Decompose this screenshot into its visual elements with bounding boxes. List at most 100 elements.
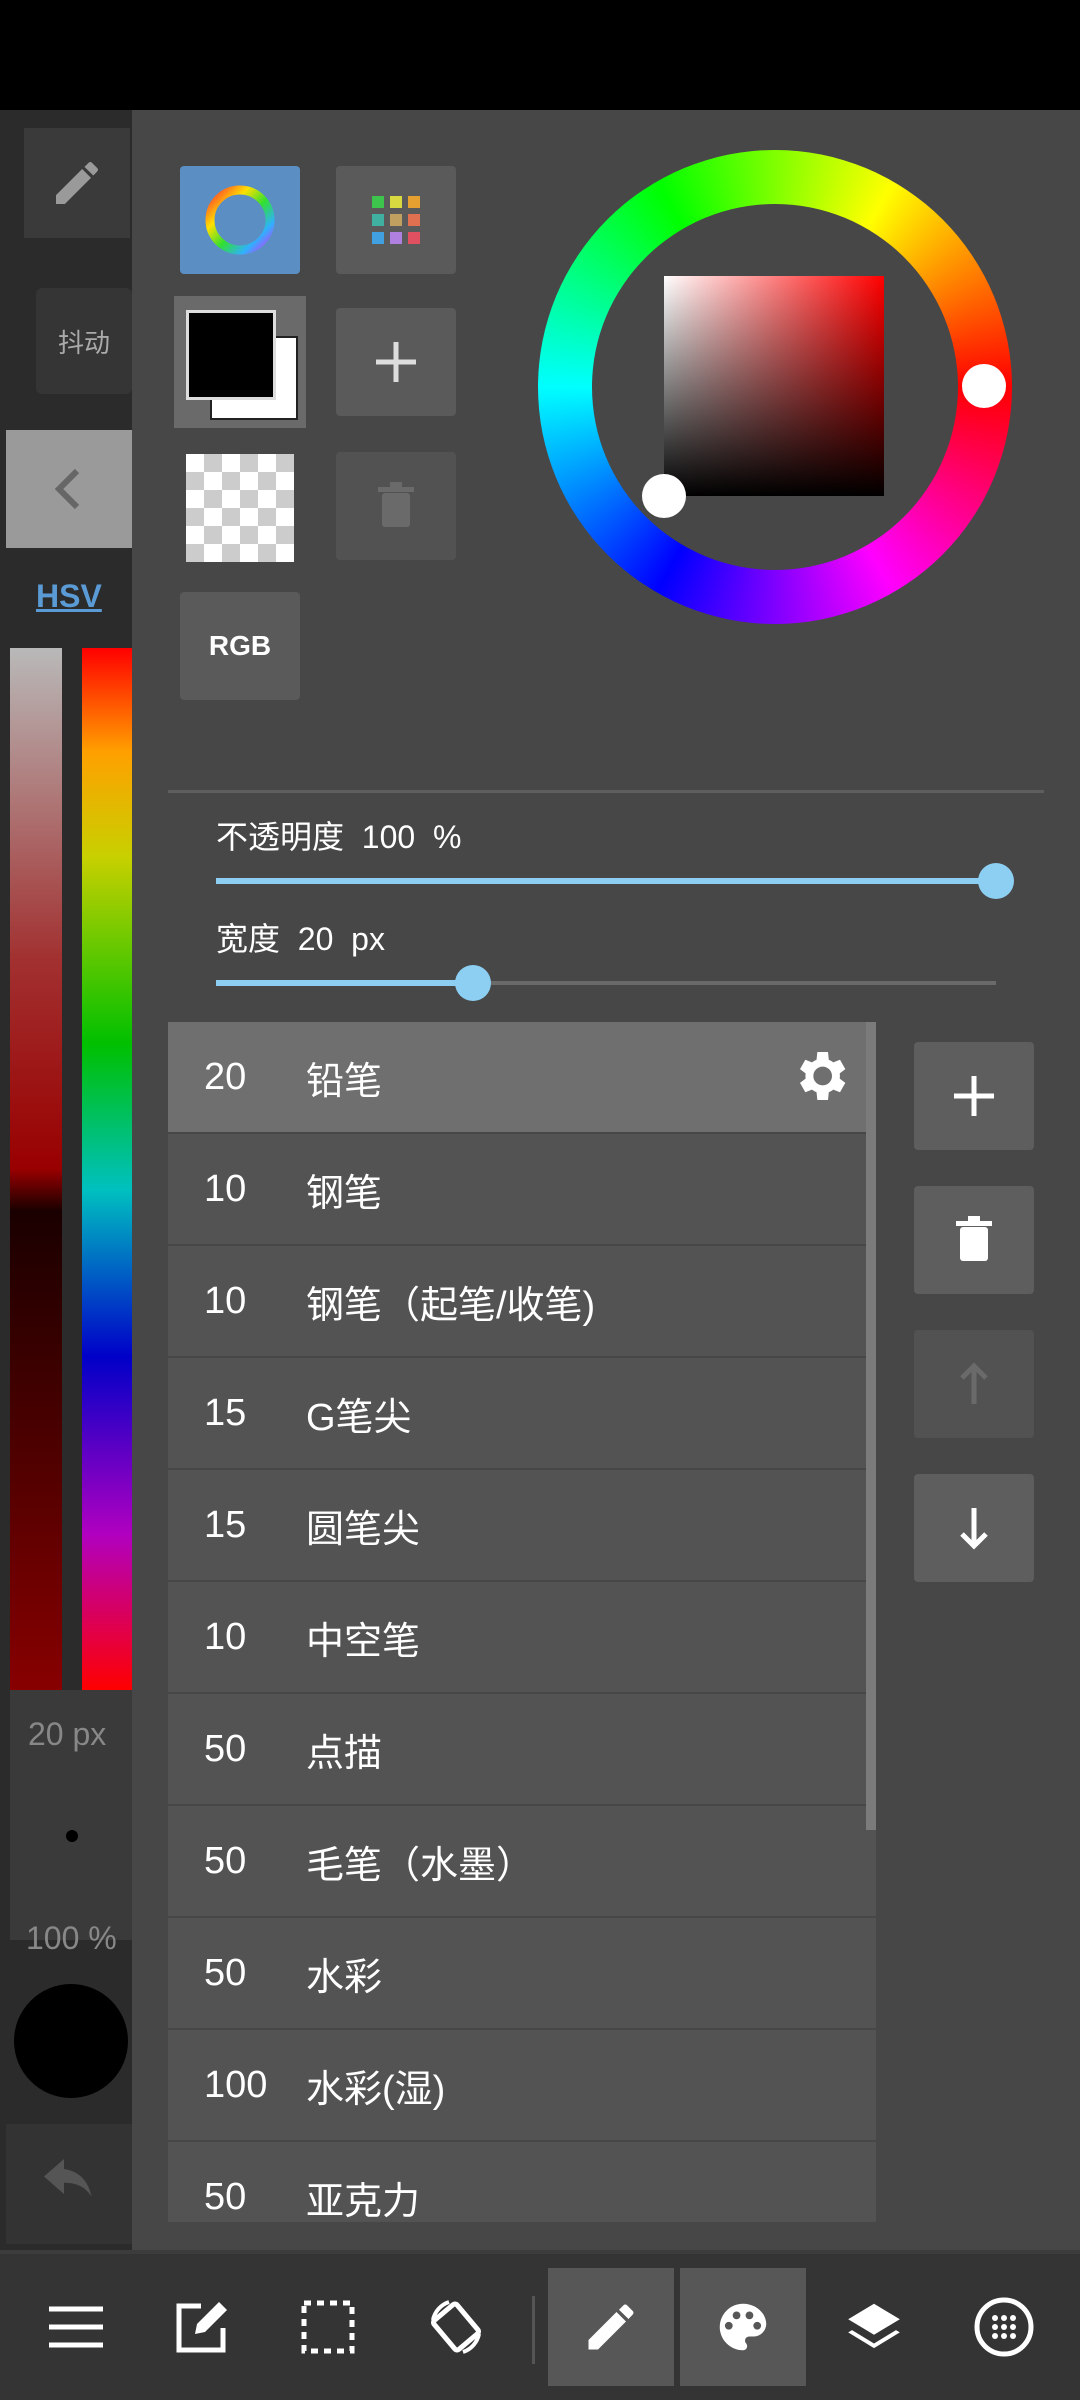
brush-size: 15 [204,1391,247,1434]
menu-icon [49,2306,103,2348]
brush-name: 圆笔尖 [306,1508,421,1551]
strip-back-button[interactable] [6,430,132,548]
opacity-label: 不透明度 100 % [216,812,461,858]
brush-name: G笔尖 [306,1396,412,1439]
layers-icon [848,2303,900,2349]
brush-size: 20 [204,1055,247,1098]
brush-size: 50 [204,2175,247,2218]
strip-size-readout: 20 px [28,1716,107,1752]
strip-pencil-button[interactable] [24,128,130,238]
foreground-color-swatch[interactable] [186,310,276,400]
brush-name: 点描 [306,1732,383,1775]
width-label-text: 宽度 [216,921,281,957]
brush-list-scrollbar[interactable] [866,1022,876,1830]
add-color-button[interactable] [336,308,456,416]
layers-button[interactable] [814,2268,934,2386]
brush-size: 50 [204,1839,247,1882]
arrow-down-icon [960,1508,988,1550]
brush-list-row[interactable]: 100 水彩(湿) [168,2030,876,2142]
brush-list[interactable]: 20 铅笔 10 钢笔 10 钢笔（起笔/收笔) 15 G笔尖 15 圆笔尖 10 中空笔 50 点描 50… [168,1022,876,2222]
edit-button[interactable] [142,2268,262,2386]
gear-icon[interactable] [788,1044,852,1118]
rgb-mode-button[interactable]: RGB [180,592,300,700]
rgb-mode-label: RGB [208,630,272,661]
canvas-options-button[interactable] [944,2268,1064,2386]
saturation-bar[interactable] [10,648,62,1690]
brush-list-row[interactable]: 10 钢笔 [168,1134,876,1246]
transparent-color-swatch[interactable] [186,454,294,562]
opacity-value: 100 [361,819,416,855]
strip-chip[interactable]: 抖动 [36,288,132,394]
sv-knob[interactable] [642,474,686,518]
brush-tool-button[interactable] [548,2268,674,2386]
pencil-icon [56,162,98,204]
grid-icon [974,2297,1034,2357]
brush-list-row[interactable]: 10 中空笔 [168,1582,876,1694]
brush-name: 亚克力 [306,2180,421,2223]
brush-list-row[interactable]: 50 水彩 [168,1918,876,2030]
brush-name: 水彩 [306,1956,383,1999]
brush-size: 50 [204,1727,247,1770]
width-unit: px [351,921,385,957]
width-value: 20 [297,921,334,957]
brush-list-row[interactable]: 50 毛笔（水墨） [168,1806,876,1918]
hsv-mode-link[interactable]: HSV [36,578,102,615]
selection-icon [301,2300,355,2354]
opacity-slider-fill [216,878,996,884]
palette-icon [719,2303,767,2351]
trash-icon [956,1216,992,1261]
brush-list-row[interactable]: 50 亚克力 [168,2142,876,2223]
opacity-label-text: 不透明度 [216,819,345,855]
hue-bar[interactable] [82,648,132,1690]
opacity-slider-thumb[interactable] [978,863,1014,899]
brush-list-row[interactable]: 15 G笔尖 [168,1358,876,1470]
brush-list-row[interactable]: 50 点描 [168,1694,876,1806]
palette-grid-icon [372,196,420,244]
opacity-unit: % [432,819,462,855]
brush-size: 10 [204,1167,247,1210]
brush-name: 水彩(湿) [306,2068,446,2111]
brush-size: 10 [204,1279,247,1322]
saturation-value-square[interactable] [664,276,884,496]
brush-name: 中空笔 [306,1620,421,1663]
delete-brush-button[interactable] [914,1186,1034,1294]
undo-button[interactable] [6,2124,132,2244]
brush-name: 毛笔（水墨） [306,1844,535,1887]
arrow-up-icon [960,1362,988,1404]
chevron-left-icon [54,468,80,510]
brush-size: 10 [204,1615,247,1658]
color-ring-icon [205,185,275,255]
toolbar-separator [532,2296,535,2364]
color-wheel-tab[interactable] [180,166,300,274]
rotate-button[interactable] [396,2268,516,2386]
brush-size: 15 [204,1503,247,1546]
edit-icon [176,2302,227,2353]
width-slider-fill [216,980,474,986]
bottom-toolbar [0,2254,1080,2400]
strip-opacity-readout: 100 % [26,1920,117,1956]
color-palette-button[interactable] [680,2268,806,2386]
brush-name: 钢笔 [306,1172,383,1215]
delete-color-button[interactable] [336,452,456,560]
brush-list-row[interactable]: 20 铅笔 [168,1022,876,1134]
brush-list-row[interactable]: 15 圆笔尖 [168,1470,876,1582]
brush-name: 钢笔（起笔/收笔) [306,1284,596,1327]
brush-list-row[interactable]: 10 钢笔（起笔/收笔) [168,1246,876,1358]
menu-button[interactable] [16,2268,136,2386]
undo-icon [44,2159,92,2197]
move-brush-down-button[interactable] [914,1474,1034,1582]
brush-size: 100 [204,2063,268,2106]
palette-grid-tab[interactable] [336,166,456,274]
divider [168,790,1044,793]
brush-size: 50 [204,1951,247,1994]
brush-size-dot [66,1830,78,1842]
current-color-dot[interactable] [14,1984,128,2098]
move-brush-up-button[interactable] [914,1330,1034,1438]
pencil-icon [588,2304,634,2350]
hue-knob[interactable] [962,364,1006,408]
selection-button[interactable] [268,2268,388,2386]
trash-icon [378,482,414,527]
add-brush-button[interactable] [914,1042,1034,1150]
plus-icon [376,342,416,382]
status-bar [0,0,1080,110]
